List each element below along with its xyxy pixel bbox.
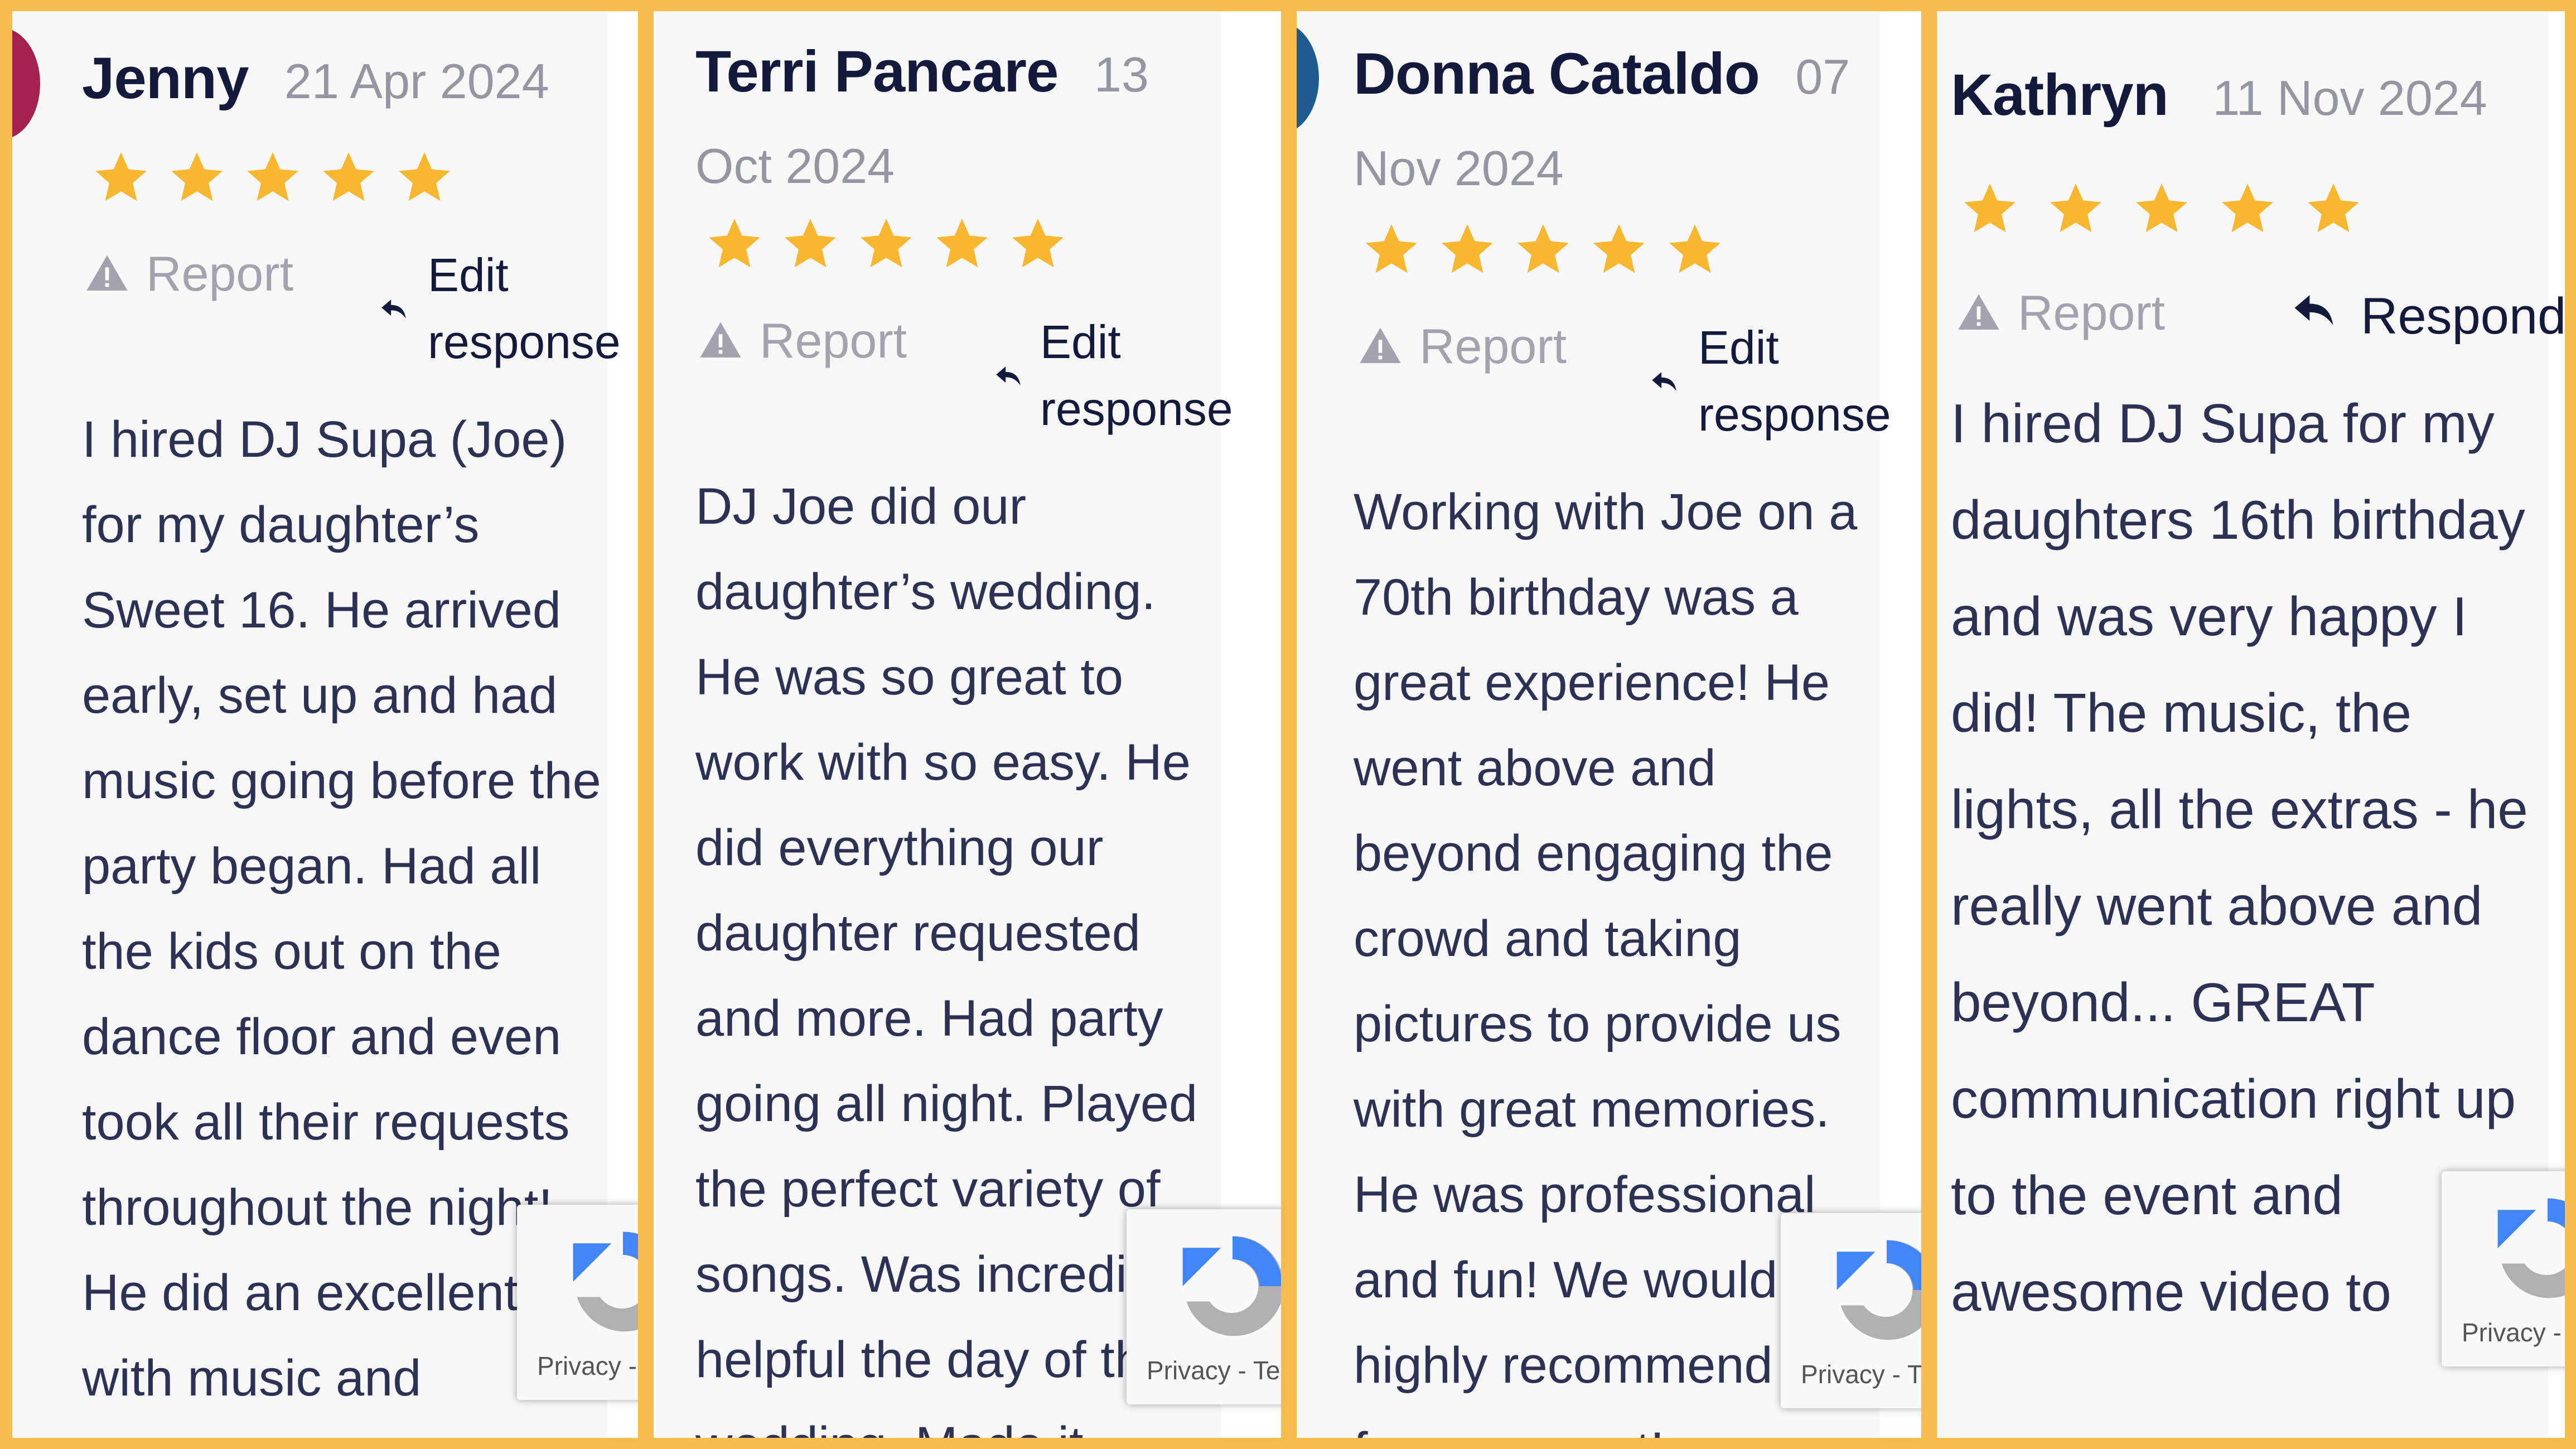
reply-icon xyxy=(996,366,1021,385)
recaptcha-icon xyxy=(573,1231,638,1332)
review-panel-2: Terri Pancare 13 Oct 2024 Report Edit re… xyxy=(654,11,1281,1438)
star-rating xyxy=(90,147,470,209)
report-label: Report xyxy=(1419,318,1567,374)
star-rating xyxy=(1959,178,2389,240)
report-button[interactable]: Report xyxy=(698,312,907,369)
reviewer-name: Jenny xyxy=(82,46,249,111)
recaptcha-badge[interactable]: Privacy - Terms xyxy=(2442,1171,2565,1366)
star-icon xyxy=(2308,183,2359,233)
edit-response-button[interactable]: Edit response xyxy=(1698,314,1899,448)
recaptcha-badge[interactable]: Privacy - Terms xyxy=(517,1205,638,1400)
review-panel-4: Kathryn 11 Nov 2024 Report Respond I hir… xyxy=(1937,11,2565,1438)
reply-icon xyxy=(381,300,406,318)
recaptcha-label[interactable]: Privacy - Terms xyxy=(2462,1317,2565,1347)
reply-icon xyxy=(2294,295,2333,325)
recaptcha-badge[interactable]: Privacy - Terms xyxy=(1781,1213,1921,1408)
report-button[interactable]: Report xyxy=(85,245,293,302)
star-icon xyxy=(323,152,374,201)
review-panel-3: Donna Cataldo 07 Nov 2024 Report Edit re… xyxy=(1297,11,1921,1438)
reviewer-name: Terri Pancare xyxy=(695,39,1059,104)
warning-icon xyxy=(700,322,741,358)
star-icon xyxy=(1964,183,2016,233)
recaptcha-icon xyxy=(2497,1198,2565,1298)
recaptcha-icon xyxy=(1182,1236,1281,1336)
star-icon xyxy=(247,152,298,201)
star-icon xyxy=(95,152,147,201)
star-icon xyxy=(2050,183,2101,233)
report-button[interactable]: Report xyxy=(1956,284,2165,341)
avatar xyxy=(1297,22,1319,134)
recaptcha-icon xyxy=(1836,1240,1921,1340)
report-label: Report xyxy=(2018,285,2166,340)
warning-icon xyxy=(1360,327,1401,363)
star-icon xyxy=(1517,224,1569,273)
star-icon xyxy=(2136,183,2187,233)
warning-icon xyxy=(1958,294,1999,330)
recaptcha-label[interactable]: Privacy - Terms xyxy=(1801,1359,1921,1389)
review-date: 11 Nov 2024 xyxy=(2212,70,2487,125)
reviewer-name: Kathryn xyxy=(1951,62,2169,128)
star-rating xyxy=(1361,219,1740,281)
report-label: Report xyxy=(146,246,294,301)
report-button[interactable]: Report xyxy=(1358,318,1567,375)
star-icon xyxy=(1593,224,1645,273)
star-icon xyxy=(861,219,912,268)
star-icon xyxy=(936,219,988,268)
report-label: Report xyxy=(760,313,907,368)
star-icon xyxy=(1012,219,1064,268)
edit-response-button[interactable]: Edit response xyxy=(428,241,629,375)
star-icon xyxy=(1669,224,1720,273)
recaptcha-badge[interactable]: Privacy - Terms xyxy=(1127,1209,1281,1404)
star-icon xyxy=(709,219,760,268)
avatar xyxy=(12,28,40,139)
star-icon xyxy=(171,152,223,201)
star-icon xyxy=(785,219,836,268)
star-icon xyxy=(1442,224,1493,273)
review-date: 21 Apr 2024 xyxy=(284,54,549,109)
star-icon xyxy=(399,152,450,201)
review-panel-1: Jenny 21 Apr 2024 Report Edit response I… xyxy=(12,11,638,1438)
recaptcha-label[interactable]: Privacy - Terms xyxy=(1147,1355,1281,1385)
star-rating xyxy=(704,214,1083,275)
respond-button[interactable]: Respond xyxy=(2361,283,2565,350)
reply-icon xyxy=(1652,372,1676,391)
reviewer-name: Donna Cataldo xyxy=(1354,41,1760,107)
star-icon xyxy=(2222,183,2273,233)
edit-response-button[interactable]: Edit response xyxy=(1040,308,1241,442)
warning-icon xyxy=(86,255,128,291)
star-icon xyxy=(1366,224,1417,273)
recaptcha-label[interactable]: Privacy - Terms xyxy=(537,1351,638,1381)
